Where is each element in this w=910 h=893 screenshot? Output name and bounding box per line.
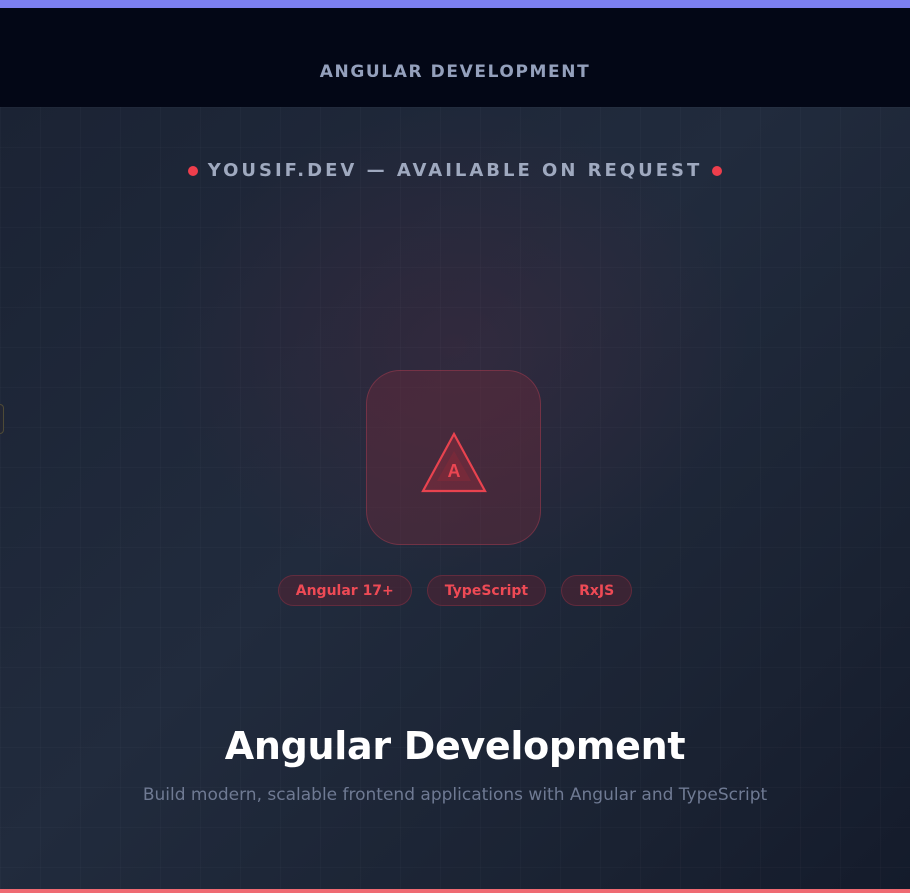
availability-text: YOUSIF.DEV — AVAILABLE ON REQUEST xyxy=(207,160,703,181)
page-title: Angular Development xyxy=(224,724,686,768)
side-drawer-handle[interactable] xyxy=(0,404,4,434)
page-subtitle: Build modern, scalable frontend applicat… xyxy=(142,785,768,805)
logo-card: A xyxy=(366,370,541,545)
tech-tags: Angular 17+ TypeScript RxJS xyxy=(0,575,910,606)
angular-logo-icon: A xyxy=(420,431,487,492)
page: ANGULAR DEVELOPMENT YOUSIF.DEV — AVAILAB… xyxy=(0,0,910,893)
status-dot-icon xyxy=(187,165,198,176)
tag-typescript: TypeScript xyxy=(426,575,547,606)
hero-section: YOUSIF.DEV — AVAILABLE ON REQUEST A Angu… xyxy=(0,107,910,889)
status-dot-icon xyxy=(712,165,723,176)
bottom-accent-bar xyxy=(0,889,910,893)
logo-letter: A xyxy=(447,461,460,481)
tag-angular: Angular 17+ xyxy=(277,575,412,606)
top-accent-bar xyxy=(0,0,910,8)
header-title: ANGULAR DEVELOPMENT xyxy=(319,61,591,82)
availability-badge: YOUSIF.DEV — AVAILABLE ON REQUEST xyxy=(0,160,910,181)
header: ANGULAR DEVELOPMENT xyxy=(0,8,910,107)
tag-rxjs: RxJS xyxy=(561,575,633,606)
